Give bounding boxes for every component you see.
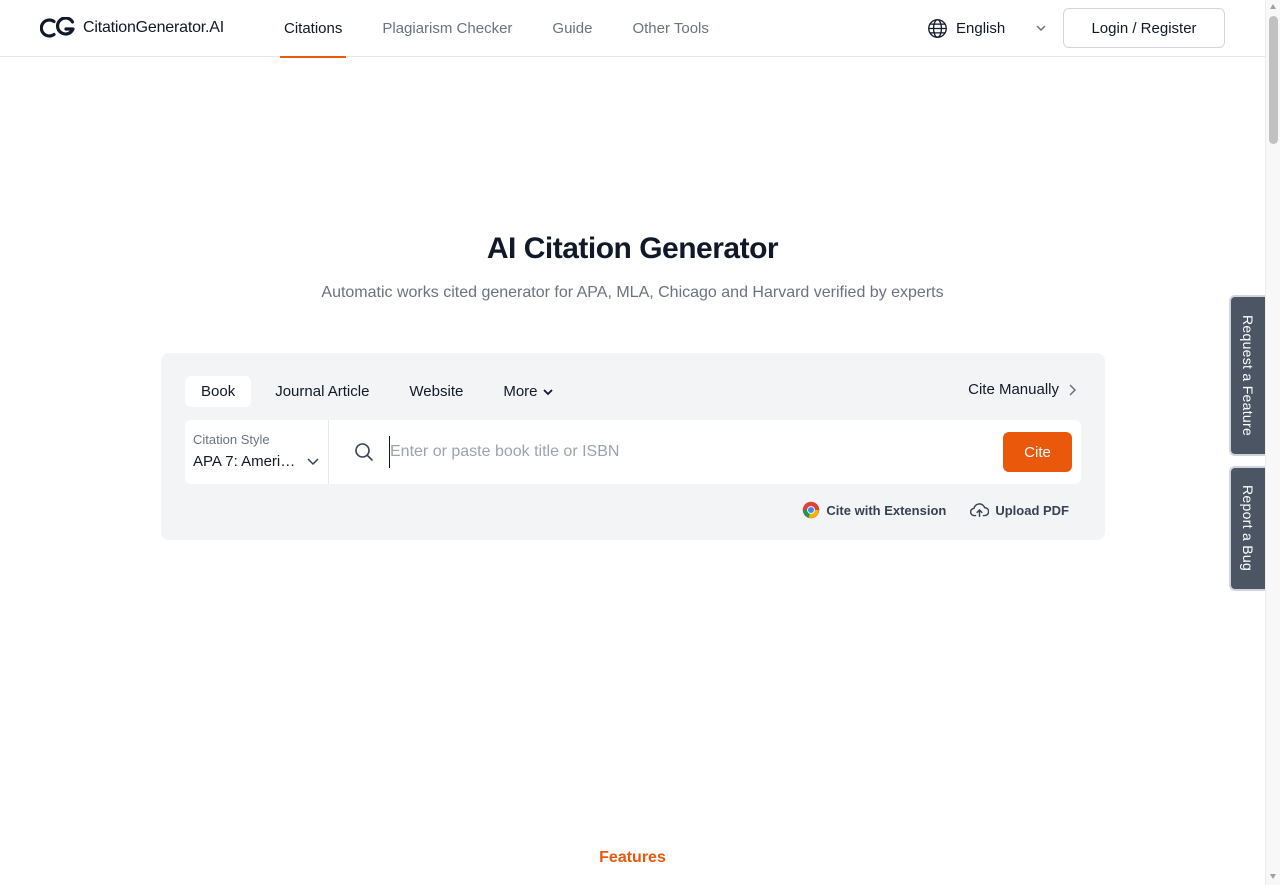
request-feature-tab[interactable]: Request a Feature xyxy=(1229,295,1265,456)
request-feature-label: Request a Feature xyxy=(1240,314,1256,437)
logo-text: CitationGenerator.AI xyxy=(83,19,224,36)
language-label: English xyxy=(956,19,1006,37)
cloud-upload-icon xyxy=(970,503,990,518)
scroll-down-arrow-icon[interactable] xyxy=(1270,874,1276,879)
cite-extension-label: Cite with Extension xyxy=(826,502,947,518)
chevron-down-icon xyxy=(1036,25,1046,32)
page-title: AI Citation Generator xyxy=(486,232,779,265)
cite-manually-link[interactable]: Cite Manually xyxy=(968,381,1077,398)
site-logo[interactable]: CitationGenerator.AI xyxy=(40,17,224,39)
top-header: CitationGenerator.AI Citations Plagiaris… xyxy=(0,0,1265,58)
tab-more[interactable]: More xyxy=(487,376,569,407)
features-section-label: Features xyxy=(599,849,666,866)
page-subtitle: Automatic works cited generator for APA,… xyxy=(321,284,944,301)
cite-manually-label: Cite Manually xyxy=(968,381,1059,398)
scroll-up-arrow-icon[interactable] xyxy=(1270,4,1276,9)
upload-pdf-label: Upload PDF xyxy=(995,502,1069,518)
main-nav: Citations Plagiarism Checker Guide Other… xyxy=(280,0,729,58)
nav-citations[interactable]: Citations xyxy=(280,0,347,58)
page-scrollbar[interactable] xyxy=(1265,0,1280,885)
chevron-down-icon xyxy=(542,388,553,395)
extra-actions: Cite with Extension Upload PDF xyxy=(802,501,1069,519)
nav-other-tools[interactable]: Other Tools xyxy=(612,0,728,57)
citation-panel: Book Journal Article Website More Cite M… xyxy=(161,353,1105,540)
citation-style-label: Citation Style xyxy=(193,432,270,447)
search-row: Citation Style APA 7: American Psycholog… xyxy=(185,420,1081,484)
cite-button[interactable]: Cite xyxy=(1003,432,1072,472)
upload-pdf-button[interactable]: Upload PDF xyxy=(970,502,1069,518)
citation-style-value: APA 7: American Psychological Associatio… xyxy=(193,453,299,470)
tab-more-label: More xyxy=(503,383,538,400)
language-selector[interactable]: English xyxy=(927,17,1047,39)
search-input[interactable] xyxy=(389,436,989,468)
cite-with-extension-button[interactable]: Cite with Extension xyxy=(802,501,946,519)
search-icon xyxy=(355,443,373,461)
logo-mark-icon xyxy=(40,17,75,38)
nav-guide[interactable]: Guide xyxy=(532,0,612,57)
chevron-right-icon xyxy=(1069,383,1077,396)
tab-website[interactable]: Website xyxy=(393,376,479,407)
tab-book[interactable]: Book xyxy=(185,376,252,407)
chevron-down-icon xyxy=(307,458,319,466)
report-bug-label: Report a Bug xyxy=(1240,485,1256,572)
report-bug-tab[interactable]: Report a Bug xyxy=(1229,466,1265,591)
login-register-button[interactable]: Login / Register xyxy=(1063,8,1225,48)
tab-journal-article[interactable]: Journal Article xyxy=(259,376,385,407)
nav-plagiarism-checker[interactable]: Plagiarism Checker xyxy=(362,0,532,57)
scrollbar-thumb[interactable] xyxy=(1269,16,1278,144)
source-type-tabs: Book Journal Article Website More xyxy=(185,376,578,407)
chrome-icon xyxy=(803,501,820,519)
globe-icon xyxy=(928,18,947,38)
citation-style-select[interactable]: Citation Style APA 7: American Psycholog… xyxy=(185,420,329,484)
